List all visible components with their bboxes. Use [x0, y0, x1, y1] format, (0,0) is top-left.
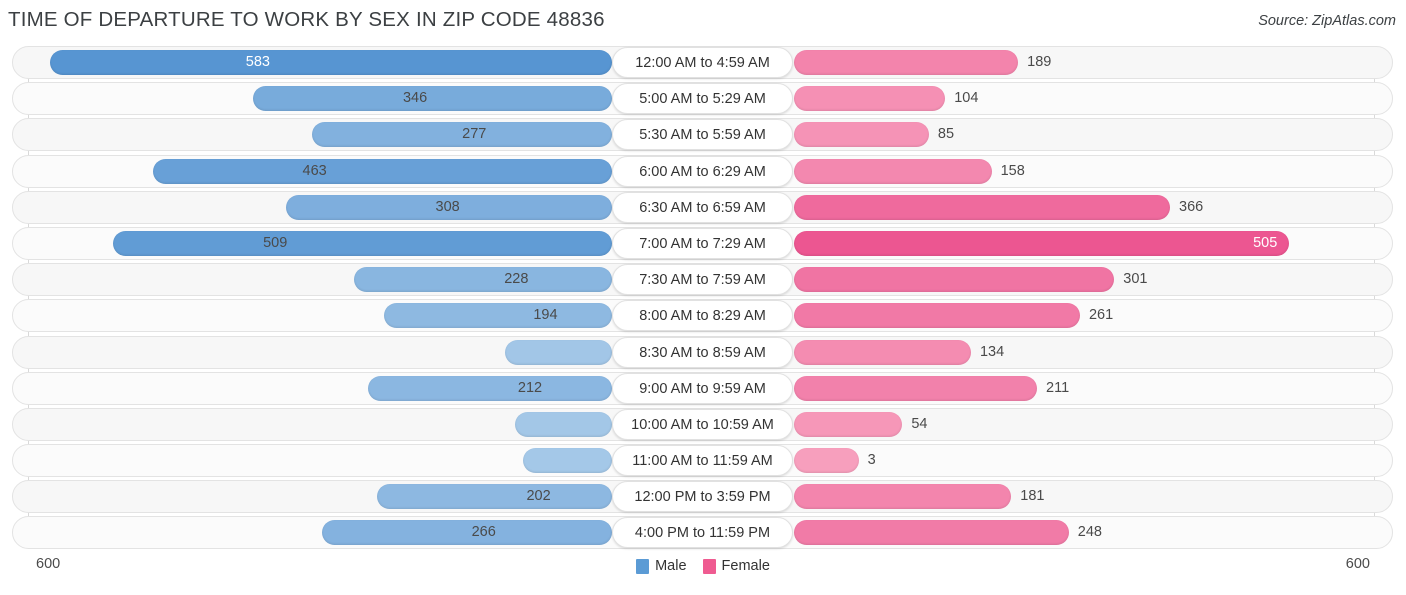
bar-female[interactable]	[794, 194, 1171, 220]
table-row[interactable]: 463 158 6:00 AM to 6:29 AM	[0, 154, 1406, 188]
bar-value-female: 301	[1123, 271, 1148, 288]
bar-male[interactable]	[49, 50, 612, 75]
bar-value-female: 505	[1253, 234, 1278, 251]
table-row[interactable]: 32311:00 AM to 11:59 AM	[0, 444, 1406, 478]
legend-item-female[interactable]: Female	[702, 558, 770, 574]
legend-label-male: Male	[655, 558, 687, 574]
bar-male[interactable]	[522, 448, 612, 474]
bar-male[interactable]	[514, 411, 612, 437]
chart-legend: Male Female	[0, 558, 1406, 574]
bar-value-female: 189	[1027, 54, 1052, 70]
category-label-pill[interactable]: 7:00 AM to 7:29 AM	[612, 227, 793, 259]
category-label-pill[interactable]: 12:00 PM to 3:59 PM	[612, 481, 793, 513]
bar-female[interactable]	[794, 267, 1115, 293]
category-label-pill[interactable]: 8:00 AM to 8:29 AM	[612, 300, 793, 332]
bar-value-female: 366	[1179, 198, 1204, 215]
bar-male[interactable]	[368, 375, 612, 401]
table-row[interactable]: 346 104 5:00 AM to 5:29 AM	[0, 82, 1406, 116]
category-label-pill[interactable]: 4:00 PM to 11:59 PM	[612, 517, 793, 549]
bar-value-female: 211	[1046, 379, 1070, 396]
bar-value-female: 104	[954, 90, 979, 107]
table-row[interactable]: 415410:00 AM to 10:59 AM	[0, 407, 1406, 441]
category-label-pill[interactable]: 6:30 AM to 6:59 AM	[612, 191, 793, 223]
bar-value-male: 308	[435, 198, 460, 215]
bar-male[interactable]	[321, 520, 612, 546]
bar-value-male: 463	[302, 162, 327, 179]
bar-value-male: 277	[462, 126, 487, 143]
bar-value-female: 181	[1020, 488, 1045, 505]
source-attribution: Source: ZipAtlas.com	[1258, 13, 1396, 29]
bar-male[interactable]	[383, 303, 612, 329]
bar-value-female: 54	[911, 415, 928, 432]
bar-female[interactable]	[794, 411, 903, 437]
legend-label-female: Female	[721, 558, 770, 574]
bar-value-female: 158	[1000, 162, 1025, 179]
table-row[interactable]: 228 301 7:30 AM to 7:59 AM	[0, 263, 1406, 297]
bar-male[interactable]	[152, 158, 612, 184]
bar-female[interactable]	[794, 520, 1069, 546]
table-row[interactable]: 531348:30 AM to 8:59 AM	[0, 335, 1406, 369]
bar-female[interactable]	[794, 86, 946, 112]
category-label-pill[interactable]: 11:00 AM to 11:59 AM	[612, 445, 793, 477]
bar-value-male: 202	[526, 488, 551, 505]
bar-female[interactable]	[794, 303, 1080, 329]
plot-area: 583 189 12:00 AM to 4:59 AM 346 104 5:00 AM t…	[0, 46, 1406, 550]
bar-value-female: 85	[937, 126, 955, 143]
category-label-pill[interactable]: 6:00 AM to 6:29 AM	[612, 155, 793, 187]
bar-female[interactable]	[794, 122, 929, 148]
bar-female[interactable]	[794, 339, 971, 365]
category-label-pill[interactable]: 5:30 AM to 5:59 AM	[612, 119, 793, 151]
category-label-pill[interactable]: 9:00 AM to 9:59 AM	[612, 372, 793, 404]
category-label-pill[interactable]: 7:30 AM to 7:59 AM	[612, 264, 793, 296]
table-row[interactable]: 277 85 5:30 AM to 5:59 AM	[0, 118, 1406, 152]
table-row[interactable]: 212 211 9:00 AM to 9:59 AM	[0, 371, 1406, 405]
page-title: TIME OF DEPARTURE TO WORK BY SEX IN ZIP …	[8, 8, 605, 31]
bar-value-male: 266	[471, 524, 496, 541]
bar-female[interactable]	[794, 50, 1019, 75]
table-row[interactable]: 308 366 6:30 AM to 6:59 AM	[0, 190, 1406, 224]
bar-female[interactable]	[794, 230, 1290, 256]
bar-male[interactable]	[354, 267, 612, 293]
table-row[interactable]: 509 505 7:00 AM to 7:29 AM	[0, 226, 1406, 260]
bar-value-female: 3	[867, 452, 876, 469]
bar-male[interactable]	[504, 339, 612, 365]
table-row[interactable]: 583 189 12:00 AM to 4:59 AM	[0, 46, 1406, 79]
bar-male[interactable]	[113, 230, 612, 256]
bar-value-male: 212	[517, 379, 543, 396]
legend-swatch-female-icon	[702, 558, 716, 574]
bar-value-male: 509	[263, 234, 288, 251]
bar-value-male: 228	[504, 271, 529, 288]
bar-value-male: 346	[402, 90, 428, 107]
bar-female[interactable]	[794, 448, 859, 474]
bar-female[interactable]	[794, 375, 1038, 401]
bar-female[interactable]	[794, 484, 1012, 510]
bar-female[interactable]	[794, 158, 992, 184]
bar-value-female: 248	[1077, 524, 1102, 541]
table-row[interactable]: 194 261 8:00 AM to 8:29 AM	[0, 299, 1406, 333]
bar-value-female: 134	[979, 343, 1005, 360]
legend-swatch-male-icon	[636, 558, 650, 574]
category-label-pill[interactable]: 10:00 AM to 10:59 AM	[612, 408, 793, 440]
table-row[interactable]: 266 248 4:00 PM to 11:59 PM	[0, 516, 1406, 550]
category-label-pill[interactable]: 5:00 AM to 5:29 AM	[612, 83, 793, 115]
chart-root: TIME OF DEPARTURE TO WORK BY SEX IN ZIP …	[0, 0, 1406, 595]
bar-male[interactable]	[253, 86, 612, 112]
bar-value-male: 583	[245, 54, 270, 70]
table-row[interactable]: 202 181 12:00 PM to 3:59 PM	[0, 480, 1406, 514]
bar-rows: 583 189 12:00 AM to 4:59 AM 346 104 5:00 AM t…	[0, 46, 1406, 553]
category-label-pill[interactable]: 8:30 AM to 8:59 AM	[612, 336, 793, 368]
category-label-pill[interactable]: 12:00 AM to 4:59 AM	[612, 47, 793, 78]
legend-item-male[interactable]: Male	[636, 558, 687, 574]
bar-male[interactable]	[376, 484, 612, 510]
bar-value-female: 261	[1088, 307, 1114, 324]
bar-value-male: 194	[533, 307, 558, 324]
